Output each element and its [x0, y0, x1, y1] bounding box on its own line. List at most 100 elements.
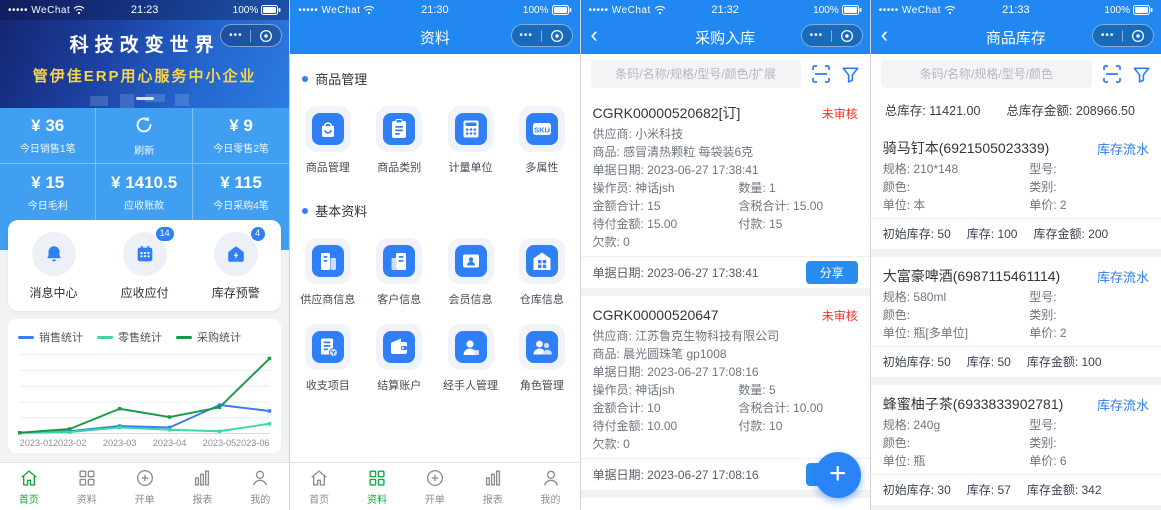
more-icon[interactable]: ••• — [810, 31, 824, 41]
wallet-icon — [383, 331, 415, 363]
page-title: 资料 — [420, 27, 450, 48]
tab-me[interactable]: 我的 — [522, 463, 580, 510]
tile-multi-attribute[interactable]: SKU 多属性 — [506, 98, 577, 184]
exit-icon[interactable] — [1131, 29, 1145, 43]
tab-home[interactable]: 首页 — [0, 463, 58, 510]
battery-icon — [842, 5, 862, 15]
stat-today-purchase[interactable]: ¥ 115 今日采购4笔 — [193, 164, 289, 220]
shortcut-stock-alert[interactable]: 4 库存预警 — [190, 232, 281, 301]
more-icon[interactable]: ••• — [1101, 31, 1115, 41]
product-name: 骑马钉本(6921505023339) — [883, 138, 1050, 158]
stat-today-sales[interactable]: ¥ 36 今日销售1笔 — [0, 108, 96, 164]
tile-role-management[interactable]: 角色管理 — [506, 316, 577, 402]
inventory-card[interactable]: 骑马钉本(6921505023339) 库存流水 规格: 210*148型号: … — [871, 129, 1161, 249]
banner-subtitle: 管伊佳ERP用心服务中小企业 — [0, 65, 289, 86]
legend-retail: 零售统计 — [97, 329, 162, 345]
tile-settlement-account[interactable]: 结算账户 — [364, 316, 435, 402]
miniprogram-capsule[interactable]: ••• — [220, 24, 282, 47]
back-button[interactable]: ‹ — [881, 22, 888, 48]
line-chart: 2023-012023-022023-032023-042023-052023-… — [14, 349, 275, 451]
grid-icon — [76, 467, 98, 489]
search-row — [581, 54, 870, 94]
shortcut-message-center[interactable]: 消息中心 — [8, 232, 99, 301]
scan-icon[interactable] — [1102, 64, 1122, 84]
tile-income-expense[interactable]: 收支项目 — [292, 316, 363, 402]
status-badge: 未审核 — [822, 307, 858, 324]
building-icon — [312, 245, 344, 277]
tile-member-info[interactable]: 会员信息 — [435, 230, 506, 316]
tab-me[interactable]: 我的 — [231, 463, 289, 510]
warehouse-icon — [526, 245, 558, 277]
tab-new-order[interactable]: 开单 — [406, 463, 464, 510]
miniprogram-capsule[interactable]: ••• — [1092, 24, 1154, 47]
tab-bar: 首页 资料 开单 报表 我的 — [290, 462, 579, 510]
order-date: 单据日期: 2023-06-27 17:38:41 — [593, 264, 759, 282]
scan-icon[interactable] — [811, 64, 831, 84]
tab-home[interactable]: 首页 — [290, 463, 348, 510]
order-number: CGRK00000520647 — [593, 307, 719, 323]
tile-product-category[interactable]: 商品类别 — [364, 98, 435, 184]
legend-purchase: 采购统计 — [176, 329, 241, 345]
tab-reports[interactable]: 报表 — [174, 463, 232, 510]
data-menu-screen: ••••• WeChat 21:30 100% 资料 ••• 商品管理 — [290, 0, 580, 510]
svg-text:2023-05: 2023-05 — [203, 438, 236, 448]
add-order-fab[interactable]: + — [815, 452, 861, 498]
inventory-card[interactable]: 大富豪啤酒(6987115461114) 库存流水 规格: 580ml型号: 颜… — [871, 257, 1161, 377]
home-screen: ••••• WeChat 21:23 100% ••• 科技改变世界 管伊佳ER… — [0, 0, 290, 510]
shortcut-section: 消息中心 14 应收应付 4 库存预警 — [0, 220, 289, 311]
inventory-list: 骑马钉本(6921505023339) 库存流水 规格: 210*148型号: … — [871, 129, 1161, 510]
order-card[interactable]: CGRK00000520682[订] 未审核 供应商: 小米科技 商品: 感冒清… — [581, 94, 870, 288]
status-bar: ••••• WeChat 21:33 100% — [871, 0, 1161, 20]
stat-today-retail[interactable]: ¥ 9 今日零售2笔 — [193, 108, 289, 164]
tile-warehouse-info[interactable]: 仓库信息 — [506, 230, 577, 316]
exit-icon[interactable] — [550, 29, 564, 43]
svg-text:2023-06: 2023-06 — [236, 438, 269, 448]
bell-icon — [43, 243, 65, 265]
exit-icon[interactable] — [840, 29, 854, 43]
inventory-card[interactable]: 蜂蜜柚子茶(6933833902781) 库存流水 规格: 240g型号: 颜色… — [871, 385, 1161, 505]
carousel-indicator — [136, 97, 154, 100]
back-button[interactable]: ‹ — [591, 22, 598, 48]
tab-new-order[interactable]: 开单 — [116, 463, 174, 510]
tile-customer-info[interactable]: 客户信息 — [364, 230, 435, 316]
tile-handler-management[interactable]: 经手人管理 — [435, 316, 506, 402]
battery-icon — [261, 5, 281, 15]
battery-indicator: 100% — [1104, 5, 1153, 16]
share-button[interactable]: 分享 — [806, 261, 858, 284]
calendar-icon — [134, 243, 156, 265]
user-icon — [540, 467, 562, 489]
sku-icon: SKU — [526, 113, 558, 145]
tab-reports[interactable]: 报表 — [464, 463, 522, 510]
four-screen-composite: ••••• WeChat 21:23 100% ••• 科技改变世界 管伊佳ER… — [0, 0, 1161, 510]
battery-icon — [552, 5, 572, 15]
tab-data[interactable]: 资料 — [58, 463, 116, 510]
more-icon[interactable]: ••• — [229, 31, 243, 41]
search-input[interactable] — [591, 60, 801, 88]
tile-supplier-info[interactable]: 供应商信息 — [292, 230, 363, 316]
order-card[interactable]: CGRK00000520168 未审核 供应商: 供应商500 — [581, 498, 870, 510]
tile-measure-unit[interactable]: 计量单位 — [435, 98, 506, 184]
stock-flow-link[interactable]: 库存流水 — [1097, 139, 1149, 158]
stock-flow-link[interactable]: 库存流水 — [1097, 395, 1149, 414]
stat-receivables[interactable]: ¥ 1410.5 应收账款 — [96, 164, 192, 220]
shortcut-payables-receivables[interactable]: 14 应收应付 — [99, 232, 190, 301]
stat-today-profit[interactable]: ¥ 15 今日毛利 — [0, 164, 96, 220]
home-icon — [18, 467, 40, 489]
filter-icon[interactable] — [1132, 65, 1151, 84]
search-row — [871, 54, 1161, 94]
tab-data[interactable]: 资料 — [348, 463, 406, 510]
legend-sales: 销售统计 — [18, 329, 83, 345]
filter-icon[interactable] — [841, 65, 860, 84]
status-bar: ••••• WeChat 21:30 100% — [290, 0, 579, 20]
id-card-icon — [455, 245, 487, 277]
section-product-management: 商品管理 — [290, 54, 579, 96]
tile-product-management[interactable]: 商品管理 — [292, 98, 363, 184]
stock-flow-link[interactable]: 库存流水 — [1097, 267, 1149, 286]
miniprogram-capsule[interactable]: ••• — [511, 24, 573, 47]
person-icon — [455, 331, 487, 363]
exit-icon[interactable] — [259, 29, 273, 43]
more-icon[interactable]: ••• — [519, 31, 533, 41]
search-input[interactable] — [881, 60, 1092, 88]
refresh-button[interactable]: 刷新 — [96, 108, 192, 164]
miniprogram-capsule[interactable]: ••• — [801, 24, 863, 47]
